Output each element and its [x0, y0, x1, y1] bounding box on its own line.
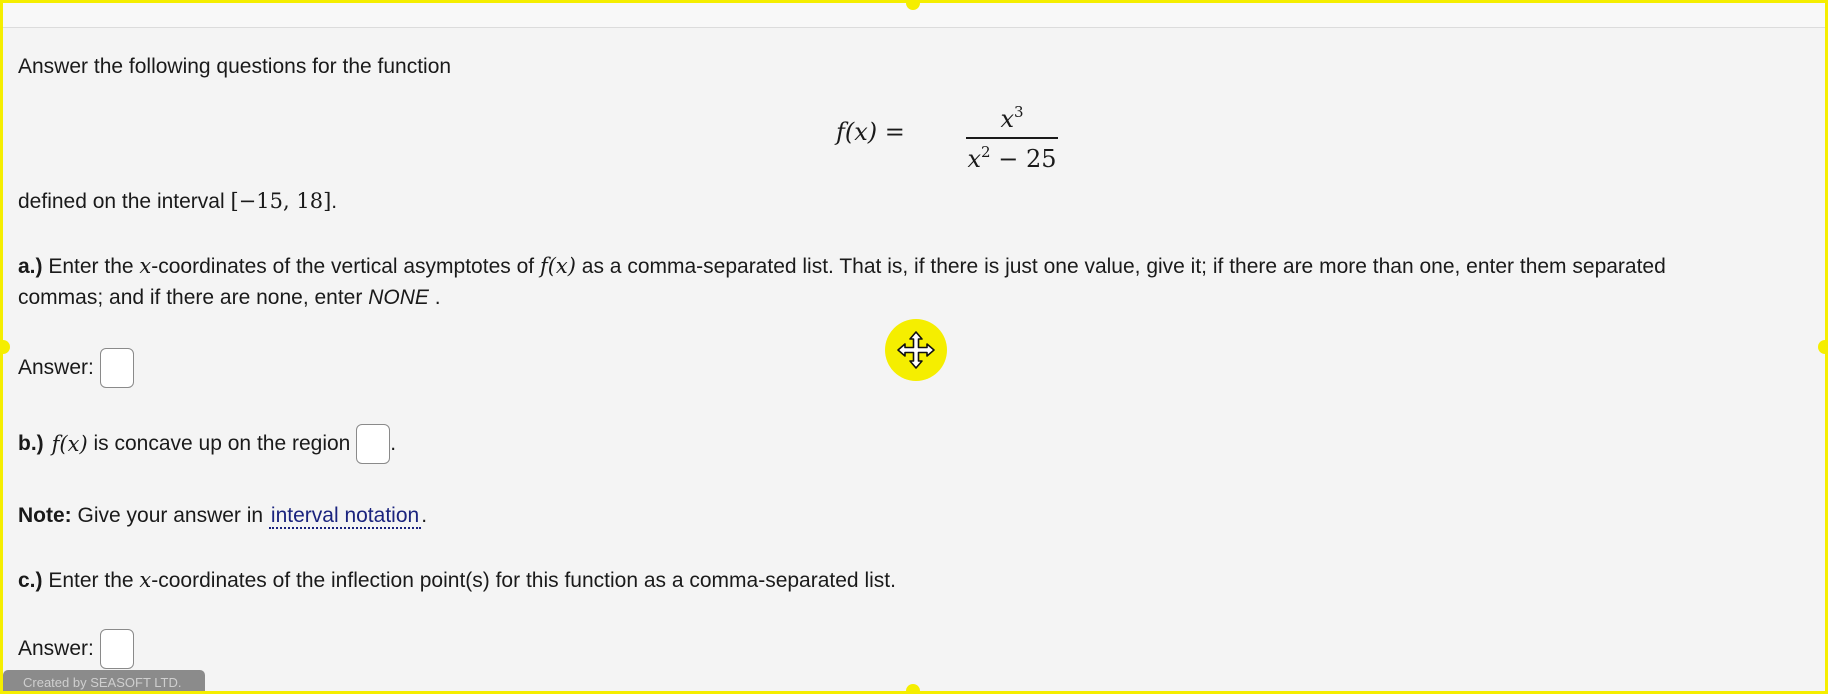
part-a-line-1: a.) Enter the x-coordinates of the verti…: [18, 250, 1666, 283]
part-b-label: b.): [18, 432, 44, 455]
created-by-badge: Created by SEASOFT LTD.: [3, 670, 205, 691]
denominator-exponent: 2: [981, 143, 991, 161]
part-c-text-2: -coordinates of the inflection point(s) …: [151, 569, 896, 592]
function-numerator: x3: [966, 103, 1058, 133]
part-b-func: f(x): [51, 432, 88, 456]
move-cursor-icon: [885, 319, 947, 381]
part-a-func: f(x): [539, 254, 576, 278]
part-b-line: b.) f(x) is concave up on the region .: [18, 424, 396, 464]
part-c-line: c.) Enter the x-coordinates of the infle…: [18, 564, 896, 597]
part-a-text-3: as a comma-separated list. That is, if t…: [575, 255, 1666, 278]
part-a-var-x: x: [139, 254, 152, 278]
part-c-answer-label: Answer:: [18, 637, 94, 660]
intro-line: Answer the following questions for the f…: [18, 51, 451, 83]
function-equation: f(x) = x3 x2 − 25: [836, 65, 1136, 185]
resize-handle-bottom[interactable]: [906, 684, 920, 691]
resize-handle-right[interactable]: [1818, 340, 1825, 354]
function-lhs: f(x) =: [836, 118, 905, 146]
part-a-text-5: .: [428, 286, 441, 309]
part-a-none: NONE: [368, 286, 429, 309]
part-a-answer-input[interactable]: [99, 348, 134, 388]
interval-line: defined on the interval [−15, 18].: [18, 185, 337, 218]
part-c-answer-input[interactable]: [99, 629, 134, 669]
screen-frame: Answer the following questions for the f…: [0, 0, 1828, 694]
function-denominator: x2 − 25: [966, 143, 1058, 173]
interval-suffix: .: [331, 190, 338, 213]
part-c-var-x: x: [139, 568, 152, 592]
interval-prefix: defined on the interval: [18, 190, 231, 213]
part-b-text-1: is concave up on the region: [87, 432, 357, 455]
move-arrows-icon: [897, 331, 935, 369]
part-c-label: c.): [18, 569, 43, 592]
part-c-answer-row: Answer:: [18, 629, 134, 669]
part-b-answer-input[interactable]: [356, 424, 391, 464]
numerator-exponent: 3: [1014, 103, 1024, 121]
numerator-base: x: [1000, 105, 1014, 133]
denominator-base: x: [967, 145, 982, 173]
part-a-text-4: commas; and if there are none, enter: [18, 286, 369, 309]
part-a-answer-row: Answer:: [18, 348, 134, 388]
note-line: Note: Give your answer in interval notat…: [18, 500, 427, 532]
part-c-text-1: Enter the: [42, 569, 140, 592]
part-a-label: a.): [18, 255, 43, 278]
part-b-text-2: .: [390, 432, 397, 455]
part-a-line-2: commas; and if there are none, enter NON…: [18, 282, 441, 314]
interval-math: [−15, 18]: [230, 189, 332, 213]
part-a-text-1: Enter the: [42, 255, 140, 278]
note-text: Give your answer in: [71, 504, 269, 527]
interval-notation-link[interactable]: interval notation: [268, 504, 422, 529]
note-suffix: .: [421, 504, 428, 527]
fraction-bar: [966, 137, 1058, 139]
resize-handle-left[interactable]: [3, 340, 10, 354]
note-label: Note:: [18, 504, 72, 527]
denominator-rest: − 25: [990, 145, 1057, 173]
part-a-answer-label: Answer:: [18, 356, 94, 379]
part-a-text-2: -coordinates of the vertical asymptotes …: [151, 255, 540, 278]
intro-text: Answer the following questions for the f…: [18, 55, 452, 78]
